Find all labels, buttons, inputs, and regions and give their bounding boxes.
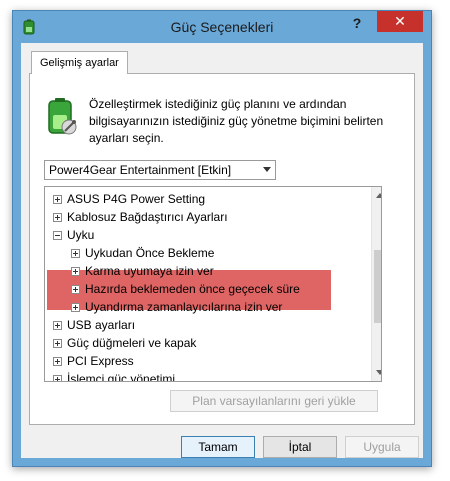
tree-item-label: Karma uyumaya izin ver <box>85 264 214 278</box>
scroll-down-arrow-icon[interactable] <box>372 364 381 381</box>
ok-button[interactable]: Tamam <box>181 436 255 458</box>
tab-advanced-settings[interactable]: Gelişmiş ayarlar <box>31 51 128 74</box>
collapse-icon[interactable] <box>53 231 62 240</box>
tree-item-label: USB ayarları <box>67 318 136 332</box>
tree-item[interactable]: Uyku <box>45 226 365 244</box>
help-button[interactable]: ? <box>343 13 371 33</box>
expand-icon[interactable] <box>53 339 62 348</box>
title-bar[interactable]: Güç Seçenekleri ? ✕ <box>13 11 431 43</box>
instruction-text: Özelleştirmek istediğiniz güç planını ve… <box>89 97 384 145</box>
tree-item-label: Güç düğmeleri ve kapak <box>67 336 197 350</box>
tree-item[interactable]: Uyandırma zamanlayıcılarına izin ver <box>45 298 365 316</box>
tree-item[interactable]: Uykudan Önce Bekleme <box>45 244 365 262</box>
expand-icon[interactable] <box>53 321 62 330</box>
tree-item[interactable]: Güç düğmeleri ve kapak <box>45 334 365 352</box>
expand-icon[interactable] <box>71 303 80 312</box>
tree-item[interactable]: USB ayarları <box>45 316 365 334</box>
expand-icon[interactable] <box>53 213 62 222</box>
power-plan-dropdown[interactable]: Power4Gear Entertainment [Etkin] <box>44 160 276 180</box>
tree-item-label: Uyandırma zamanlayıcılarına izin ver <box>85 300 283 314</box>
tree-item-label: Uyku <box>67 228 95 242</box>
advanced-settings-panel: Özelleştirmek istediğiniz güç planını ve… <box>29 73 415 425</box>
power-options-window: Güç Seçenekleri ? ✕ Gelişmiş ayarlar Öze… <box>12 10 432 467</box>
tree-item-label: Uykudan Önce Bekleme <box>85 246 215 260</box>
apply-button[interactable]: Uygula <box>345 436 419 458</box>
expand-icon[interactable] <box>71 285 80 294</box>
tree-item-label: PCI Express <box>67 354 134 368</box>
scroll-up-arrow-icon[interactable] <box>372 187 381 204</box>
settings-tree[interactable]: ASUS P4G Power Setting Kablosuz Bağdaştır… <box>44 186 382 382</box>
tree-item[interactable]: PCI Express <box>45 352 365 370</box>
restore-defaults-button[interactable]: Plan varsayılanlarını geri yükle <box>170 390 378 412</box>
tree-item-label: İşlemci güç yönetimi <box>67 372 176 382</box>
expand-icon[interactable] <box>53 357 62 366</box>
scroll-thumb[interactable] <box>374 250 381 323</box>
tree-item[interactable]: Karma uyumaya izin ver <box>45 262 365 280</box>
battery-plan-icon <box>48 98 77 135</box>
tree-item[interactable]: Hazırda beklemeden önce geçecek süre <box>45 280 365 298</box>
tree-item-label: Hazırda beklemeden önce geçecek süre <box>85 282 300 296</box>
tree-item[interactable]: İşlemci güç yönetimi <box>45 370 365 382</box>
tree-item[interactable]: ASUS P4G Power Setting <box>45 190 365 208</box>
cancel-button[interactable]: İptal <box>263 436 337 458</box>
expand-icon[interactable] <box>53 195 62 204</box>
tree-item-label: Kablosuz Bağdaştırıcı Ayarları <box>67 210 228 224</box>
expand-icon[interactable] <box>71 249 80 258</box>
close-button[interactable]: ✕ <box>377 11 423 32</box>
expand-icon[interactable] <box>71 267 80 276</box>
chevron-down-icon[interactable] <box>263 167 271 172</box>
tree-item[interactable]: Kablosuz Bağdaştırıcı Ayarları <box>45 208 365 226</box>
tree-item-label: ASUS P4G Power Setting <box>67 192 206 206</box>
vertical-scrollbar[interactable] <box>371 187 381 381</box>
dialog-body: Gelişmiş ayarlar Özelleştirmek istediğin… <box>21 43 423 458</box>
power-plan-value: Power4Gear Entertainment [Etkin] <box>49 163 232 177</box>
expand-icon[interactable] <box>53 375 62 381</box>
